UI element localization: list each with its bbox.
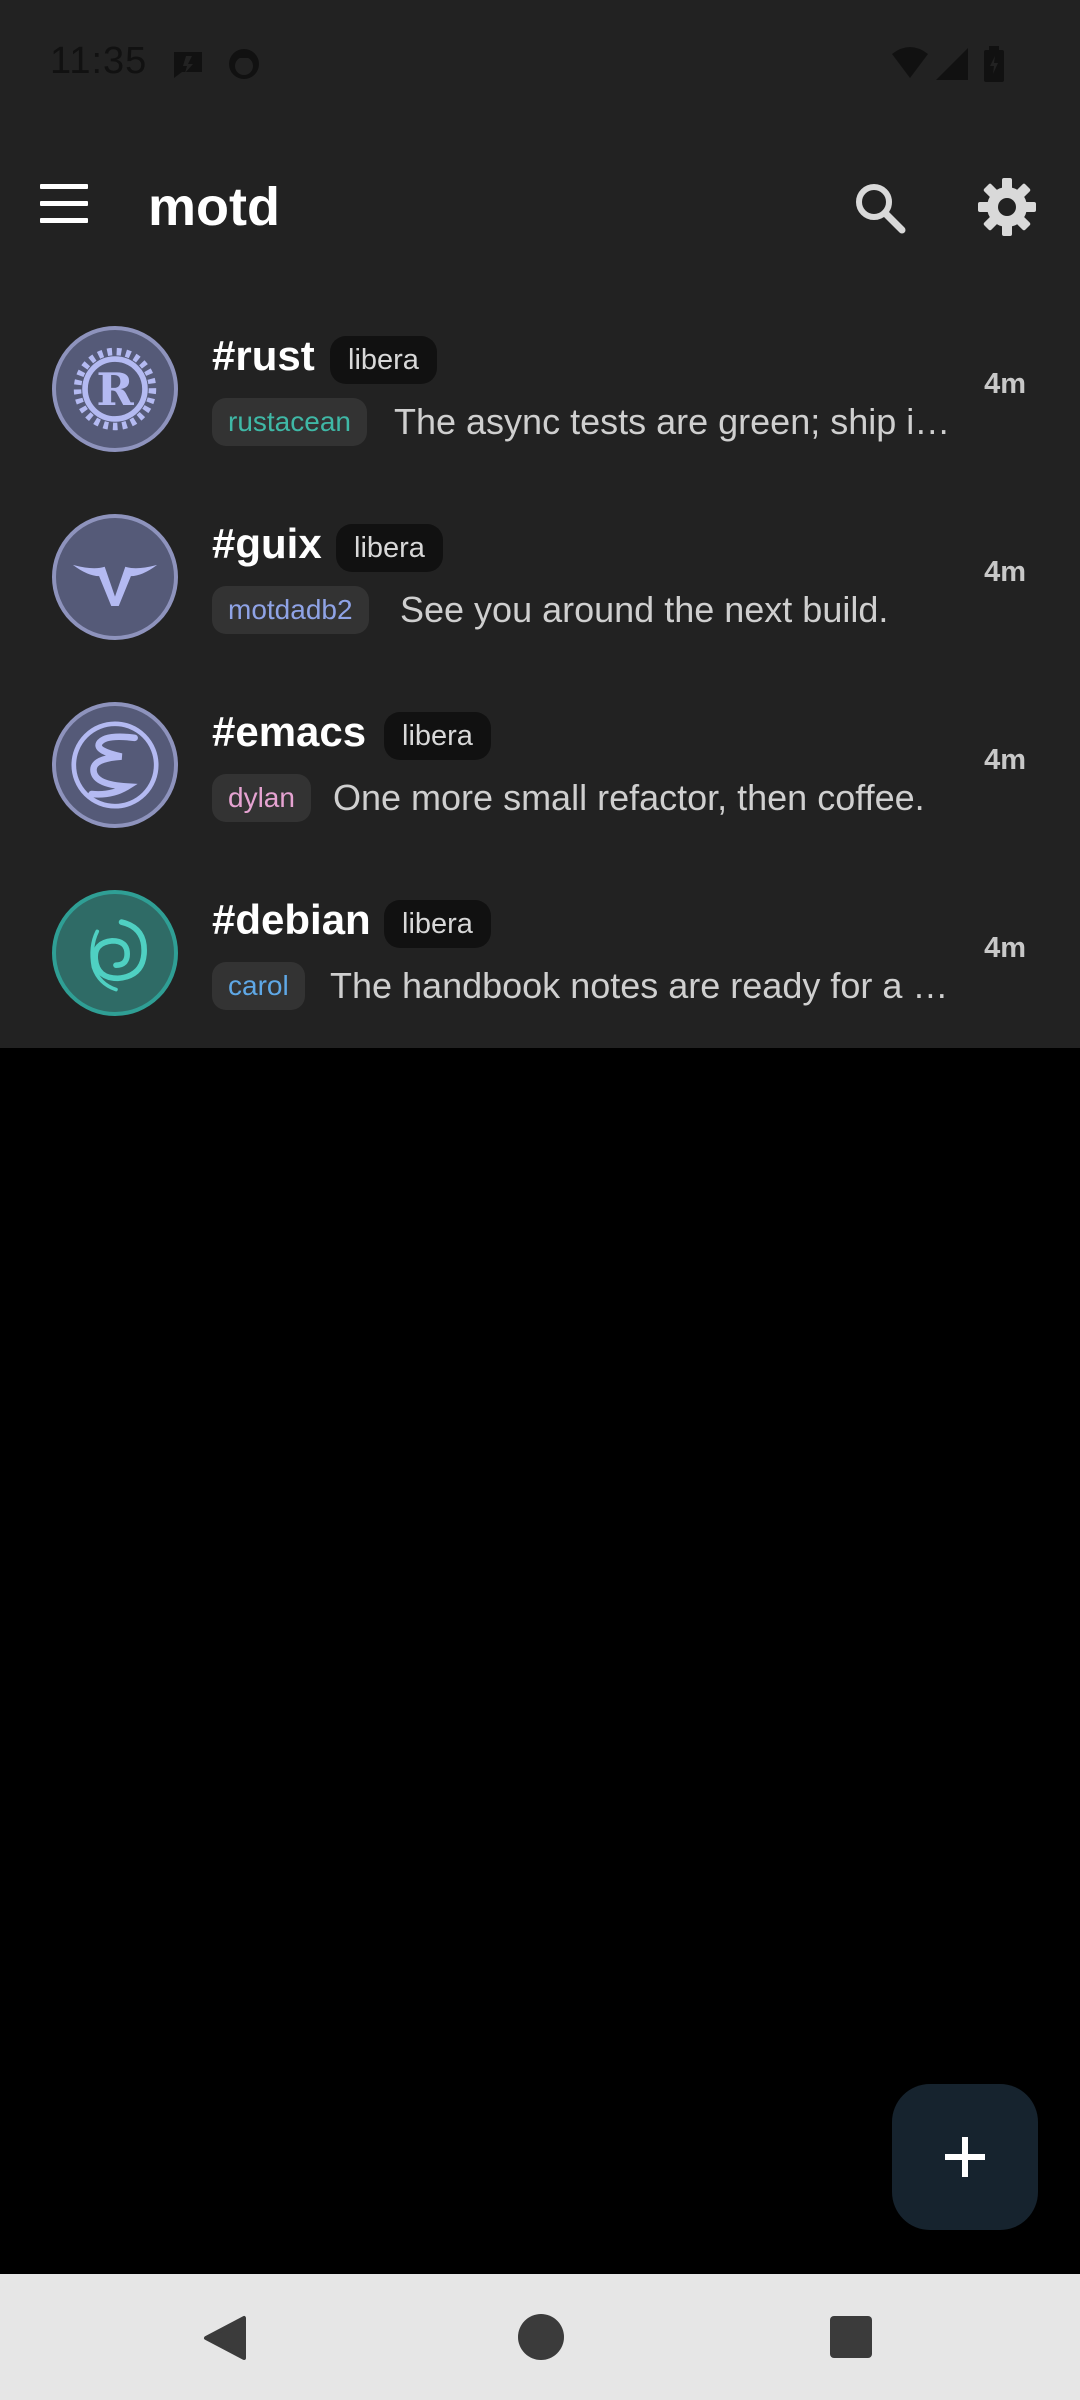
channel-name: #guix — [212, 520, 322, 567]
channel-name: #emacs — [212, 708, 367, 755]
channel-avatar — [52, 514, 178, 640]
timestamp: 4m — [984, 368, 1026, 400]
status-time: 11:35 — [50, 40, 148, 82]
channel-list: R #rust libera 4m rustacean The async te… — [0, 290, 1080, 1048]
system-nav-bar — [0, 2274, 1080, 2400]
nick-chip: carol — [212, 962, 305, 1010]
network-badge: libera — [384, 900, 491, 948]
home-icon[interactable] — [518, 2314, 564, 2360]
nick-chip: motdadb2 — [212, 586, 369, 634]
search-icon[interactable] — [850, 178, 910, 238]
nick-chip: rustacean — [212, 398, 367, 446]
network-badge: libera — [384, 712, 491, 760]
guix-logo-icon — [72, 564, 158, 607]
channel-row-guix[interactable]: #guix libera 4m motdadb2 See you around … — [0, 478, 1080, 666]
signal-icon — [936, 48, 968, 80]
gear-icon[interactable] — [976, 176, 1038, 238]
network-badge: libera — [336, 524, 443, 572]
network-badge: libera — [330, 336, 437, 384]
app-notification-icon — [229, 49, 259, 79]
notification-icon — [174, 52, 202, 78]
plus-icon — [945, 2137, 985, 2177]
channel-row-rust[interactable]: R #rust libera 4m rustacean The async te… — [0, 290, 1080, 478]
channel-avatar — [52, 890, 178, 1016]
new-channel-button[interactable] — [892, 2084, 1038, 2230]
emacs-logo-icon — [71, 721, 159, 809]
last-message: The async tests are green; ship it after… — [394, 401, 952, 442]
app-bar: motd — [0, 130, 1080, 290]
channel-name: #debian — [212, 896, 371, 943]
channel-row-debian[interactable]: #debian libera 4m carol The handbook not… — [0, 854, 1080, 1042]
last-message: One more small refactor, then coffee. — [333, 777, 925, 818]
nick-chip: dylan — [212, 774, 311, 822]
channel-name: #rust — [212, 332, 315, 379]
recents-icon[interactable] — [830, 2316, 872, 2358]
last-message: See you around the next build. — [400, 589, 889, 630]
app-title: motd — [148, 177, 280, 237]
menu-button[interactable] — [40, 184, 110, 234]
last-message: The handbook notes are ready for a revie… — [330, 965, 952, 1006]
channel-avatar — [52, 702, 178, 828]
channel-avatar: R — [52, 326, 178, 452]
battery-icon — [984, 46, 1004, 82]
menu-icon — [40, 184, 88, 189]
debian-logo-icon — [90, 919, 147, 992]
back-icon[interactable] — [200, 2314, 248, 2362]
svg-text:R: R — [96, 363, 134, 416]
channel-row-emacs[interactable]: #emacs libera 4m dylan One more small re… — [0, 666, 1080, 854]
status-bar: 11:35 — [0, 0, 1080, 130]
timestamp: 4m — [984, 932, 1026, 964]
timestamp: 4m — [984, 744, 1026, 776]
wifi-icon — [892, 47, 928, 78]
timestamp: 4m — [984, 556, 1026, 588]
rust-logo-icon: R — [73, 347, 157, 431]
